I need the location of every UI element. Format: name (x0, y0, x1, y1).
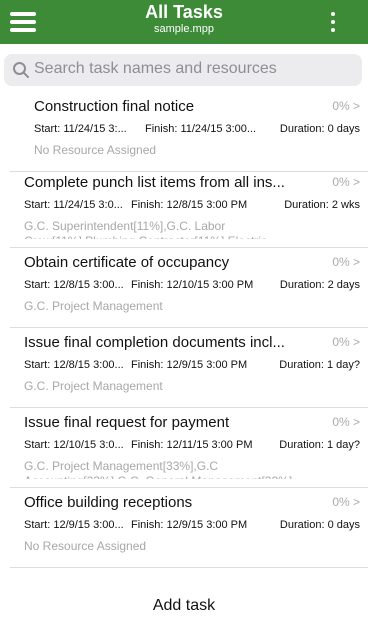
percent-complete: 0% > (332, 255, 360, 269)
task-resources: G.C. Superintendent[11%],G.C. Labor Crew… (24, 219, 277, 239)
search-placeholder: Search task names and resources (34, 60, 277, 77)
task-duration: Duration: 2 wks (284, 199, 360, 211)
search-bar: Search task names and resources (0, 44, 368, 92)
task-row[interactable]: Construction final notice 0% > Start: 11… (0, 92, 368, 172)
task-start: Start: 12/8/15 3:00... (24, 359, 124, 371)
app-header: All Tasks sample.mpp (0, 0, 368, 44)
task-start: Start: 11/24/15 3:... (34, 123, 127, 135)
task-duration: Duration: 1 day? (279, 359, 360, 371)
task-row[interactable]: Issue final completion documents incl...… (0, 328, 368, 408)
task-resources: G.C. Project Management (24, 379, 163, 393)
task-row[interactable]: Complete punch list items from all ins..… (0, 168, 368, 248)
task-finish: Finish: 12/8/15 3:00 PM (131, 199, 248, 211)
search-icon (13, 62, 29, 78)
percent-complete: 0% > (332, 99, 360, 113)
task-duration: Duration: 2 days (279, 279, 360, 291)
task-start: Start: 12/10/15 3:0... (24, 439, 124, 451)
task-name: Construction final notice (34, 98, 195, 115)
task-start: Start: 12/9/15 3:00... (24, 519, 124, 531)
add-task-button[interactable]: Add task (0, 597, 368, 615)
task-finish: Finish: 12/9/15 3:00 PM (131, 359, 248, 371)
task-name: Office building receptions (24, 494, 193, 511)
task-finish: Finish: 11/24/15 3:00... (145, 123, 257, 135)
task-duration: Duration: 1 day? (279, 439, 360, 451)
task-name: Issue final completion documents incl... (24, 334, 285, 351)
task-name: Issue final request for payment (24, 414, 230, 431)
task-resources: G.C. Project Management[33%],G.C Account… (24, 459, 292, 479)
task-start: Start: 11/24/15 3:0... (24, 199, 123, 211)
percent-complete: 0% > (332, 495, 360, 509)
task-start: Start: 12/8/15 3:00... (24, 279, 124, 291)
percent-complete: 0% > (332, 175, 360, 189)
more-vertical-icon[interactable] (326, 10, 340, 34)
task-finish: Finish: 12/10/15 3:00 PM (131, 279, 254, 291)
page-title: All Tasks (145, 2, 223, 22)
task-list: Construction final notice 0% > Start: 11… (0, 92, 368, 572)
task-duration: Duration: 0 days (279, 123, 360, 135)
percent-complete: 0% > (332, 415, 360, 429)
task-finish: Finish: 12/9/15 3:00 PM (131, 519, 248, 531)
footer-toolbar: Add task (0, 572, 368, 643)
file-name: sample.mpp (154, 23, 214, 35)
task-name: Complete punch list items from all ins..… (24, 174, 285, 191)
task-row[interactable]: Office building receptions 0% > Start: 1… (0, 488, 368, 568)
percent-complete: 0% > (332, 335, 360, 349)
task-finish: Finish: 12/11/15 3:00 PM (131, 439, 253, 451)
task-duration: Duration: 0 days (279, 519, 360, 531)
task-resources: No Resource Assigned (34, 143, 157, 157)
search-input[interactable]: Search task names and resources (4, 54, 362, 86)
task-resources: No Resource Assigned (24, 539, 147, 553)
task-row[interactable]: Obtain certificate of occupancy 0% > Sta… (0, 248, 368, 328)
task-resources: G.C. Project Management (24, 299, 163, 313)
row-divider (10, 567, 368, 568)
task-row[interactable]: Issue final request for payment 0% > Sta… (0, 408, 368, 488)
task-name: Obtain certificate of occupancy (24, 254, 230, 271)
